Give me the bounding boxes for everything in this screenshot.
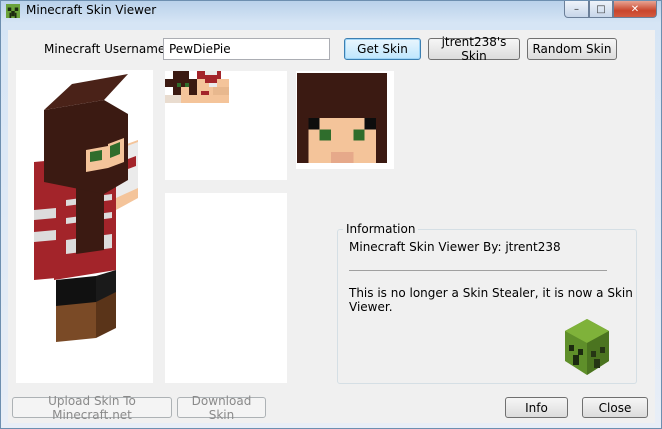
info-button[interactable]: Info — [505, 397, 568, 418]
jtrent-skin-button[interactable]: jtrent238's Skin — [428, 35, 520, 63]
extra-preview — [165, 193, 287, 383]
skin-body-render — [34, 74, 138, 342]
maximize-icon: □ — [596, 3, 606, 15]
close-window-button[interactable]: ✕ — [613, 1, 657, 18]
creeper-head-icon — [6, 4, 20, 18]
skin-texture-preview — [165, 71, 287, 180]
information-title: Information — [343, 222, 419, 236]
get-skin-button[interactable]: Get Skin — [344, 38, 421, 60]
minimize-icon: – — [574, 3, 579, 15]
divider — [349, 270, 607, 271]
face-image — [297, 73, 387, 163]
upload-skin-button[interactable]: Upload Skin To Minecraft.net — [12, 394, 172, 422]
client-area: Minecraft Username: Get Skin jtrent238's… — [8, 30, 655, 423]
close-button[interactable]: Close — [582, 397, 648, 418]
creeper-head-icon — [565, 319, 609, 375]
random-skin-button[interactable]: Random Skin — [527, 38, 617, 60]
titlebar[interactable]: Minecraft Skin Viewer – □ ✕ — [1, 1, 661, 21]
credit-text: Minecraft Skin Viewer By: jtrent238 — [349, 240, 561, 254]
download-skin-button[interactable]: Download Skin — [177, 394, 266, 422]
app-window: Minecraft Skin Viewer – □ ✕ Minecraft Us… — [0, 0, 662, 429]
skin-texture-image — [165, 71, 229, 103]
close-icon: ✕ — [630, 3, 640, 15]
username-input[interactable] — [163, 38, 330, 60]
window-title: Minecraft Skin Viewer — [26, 3, 157, 17]
skin-3d-preview — [16, 70, 153, 383]
description-text: This is no longer a Skin Stealer, it is … — [349, 286, 633, 314]
minimize-button[interactable]: – — [564, 1, 589, 18]
face-preview — [296, 71, 394, 169]
maximize-button[interactable]: □ — [589, 1, 613, 18]
username-label: Minecraft Username: — [44, 42, 170, 56]
